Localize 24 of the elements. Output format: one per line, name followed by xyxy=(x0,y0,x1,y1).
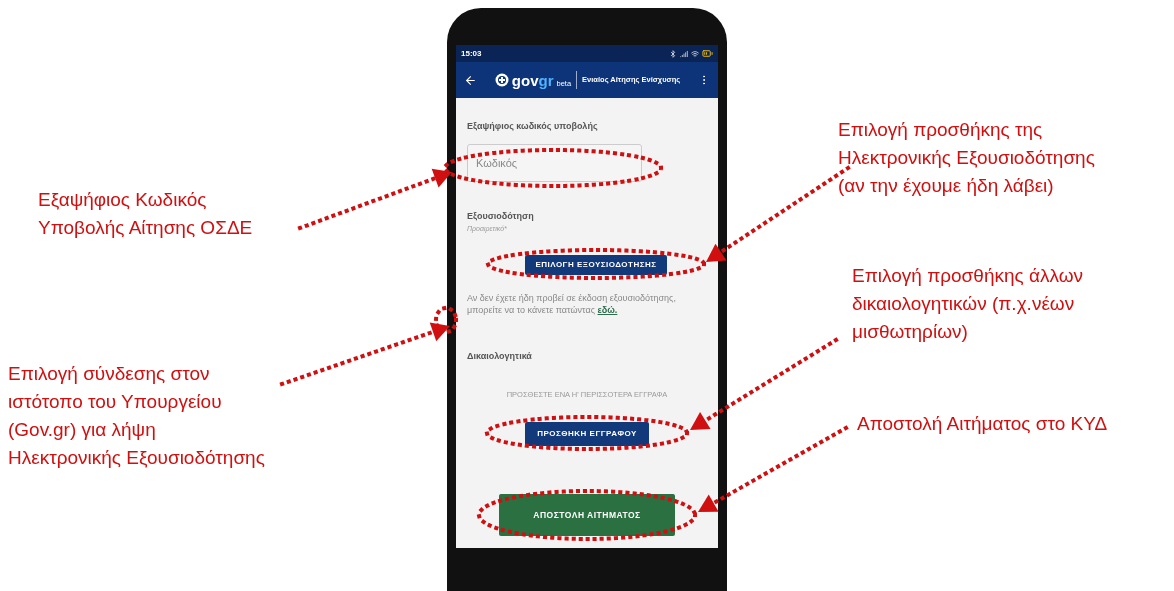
signal-icon xyxy=(680,49,688,58)
section-label: Δικαιολογητικά xyxy=(467,349,533,363)
bluetooth-icon xyxy=(669,49,677,58)
back-button[interactable] xyxy=(464,73,477,87)
annotation-label: Εξαψήφιος Κωδικός Υποβολής Αίτησης ΟΣΔΕ xyxy=(38,188,253,240)
annotation-label: Επιλογή προσθήκης άλλων δικαιολογητικών (π.χ.νέων μισθωτηρίων) xyxy=(852,264,1083,344)
add-document-button[interactable]: ΠΡΟΣΘΗΚΗ ΕΓΓΡΑΦΟΥ xyxy=(525,422,649,447)
field-label: Εξαψήφιος κωδικός υποβολής xyxy=(467,120,599,133)
annotation-label: Αποστολή Αιτήματος στο ΚΥΔ xyxy=(857,412,1108,436)
here-link[interactable]: εδώ. xyxy=(597,304,618,315)
code-input-field[interactable]: Κωδικός xyxy=(467,143,642,182)
back-arrow-icon xyxy=(464,73,477,87)
annotation-label: Επιλογή σύνδεσης στον ιστότοπο του Υπουργείου (Gov.gr) για λήψη Ηλεκτρονικής Εξουσιοδότησης xyxy=(8,362,265,470)
annotation-label: Επιλογή προσθήκης της Ηλεκτρονικής Εξουσιοδότησης (αν την έχουμε ήδη λάβει) xyxy=(838,118,1095,198)
status-time: 15:03 xyxy=(461,47,482,60)
select-authorization-button[interactable]: ΕΠΙΛΟΓΗ ΕΞΟΥΣΙΟΔΟΤΗΣΗΣ xyxy=(525,254,667,275)
section-label: Εξουσιοδότηση xyxy=(467,209,535,223)
emblem-icon xyxy=(494,73,509,87)
battery-icon xyxy=(702,48,713,59)
wifi-icon xyxy=(691,49,699,58)
submit-request-button[interactable]: ΑΠΟΣΤΟΛΗ ΑΙΤΗΜΑΤΟΣ xyxy=(499,494,675,537)
help-text: Αν δεν έχετε ήδη προβεί σε έκδοση εξουσιοδότησης, μπορείτε να το κάνετε πατώντας εδώ. xyxy=(467,291,677,316)
gov-logo: govgr xyxy=(511,72,554,88)
highlight-oval xyxy=(434,306,458,334)
